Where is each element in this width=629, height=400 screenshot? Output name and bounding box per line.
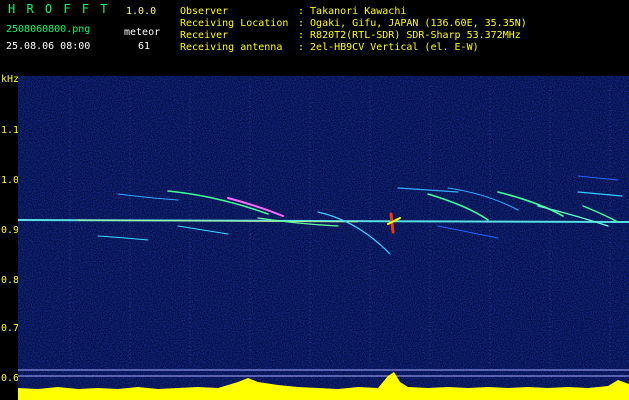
info-value-receiver: : R820T2(RTL-SDR) SDR-Sharp 53.372MHz [298, 30, 521, 41]
info-value-location: : Ogaki, Gifu, JAPAN (136.60E, 35.35N) [298, 18, 527, 29]
file-name: 2508060800.png [6, 24, 91, 35]
meteor-label: meteor [124, 27, 161, 38]
info-value-observer: : Takanori Kawachi [298, 6, 407, 17]
freq-tick-1.0: 1.0 [1, 175, 20, 186]
freq-tick-0.6: 0.6 [1, 373, 20, 384]
info-label-antenna: Receiving antenna [180, 42, 283, 53]
spectrogram [18, 76, 629, 400]
noise-texture [18, 76, 629, 400]
capture-datetime: 25.08.06 08:00 [6, 41, 91, 52]
freq-tick-1.1: 1.1 [1, 125, 20, 136]
hrofft-window: H R O F F T 1.0.0 2508060800.png meteor … [0, 0, 629, 400]
meteor-count: 61 [138, 41, 151, 52]
freq-tick-0.8: 0.8 [1, 275, 20, 286]
info-label-location: Receiving Location [180, 18, 289, 29]
app-title: H R O F F T [8, 2, 110, 16]
unit-label: kHz [1, 74, 20, 85]
app-version: 1.0.0 [126, 6, 157, 17]
info-label-observer: Observer [180, 6, 229, 17]
info-label-receiver: Receiver [180, 30, 229, 41]
freq-tick-0.7: 0.7 [1, 323, 20, 334]
info-value-antenna: : 2el-HB9CV Vertical (el. E-W) [298, 42, 479, 53]
freq-tick-0.9: 0.9 [1, 225, 20, 236]
